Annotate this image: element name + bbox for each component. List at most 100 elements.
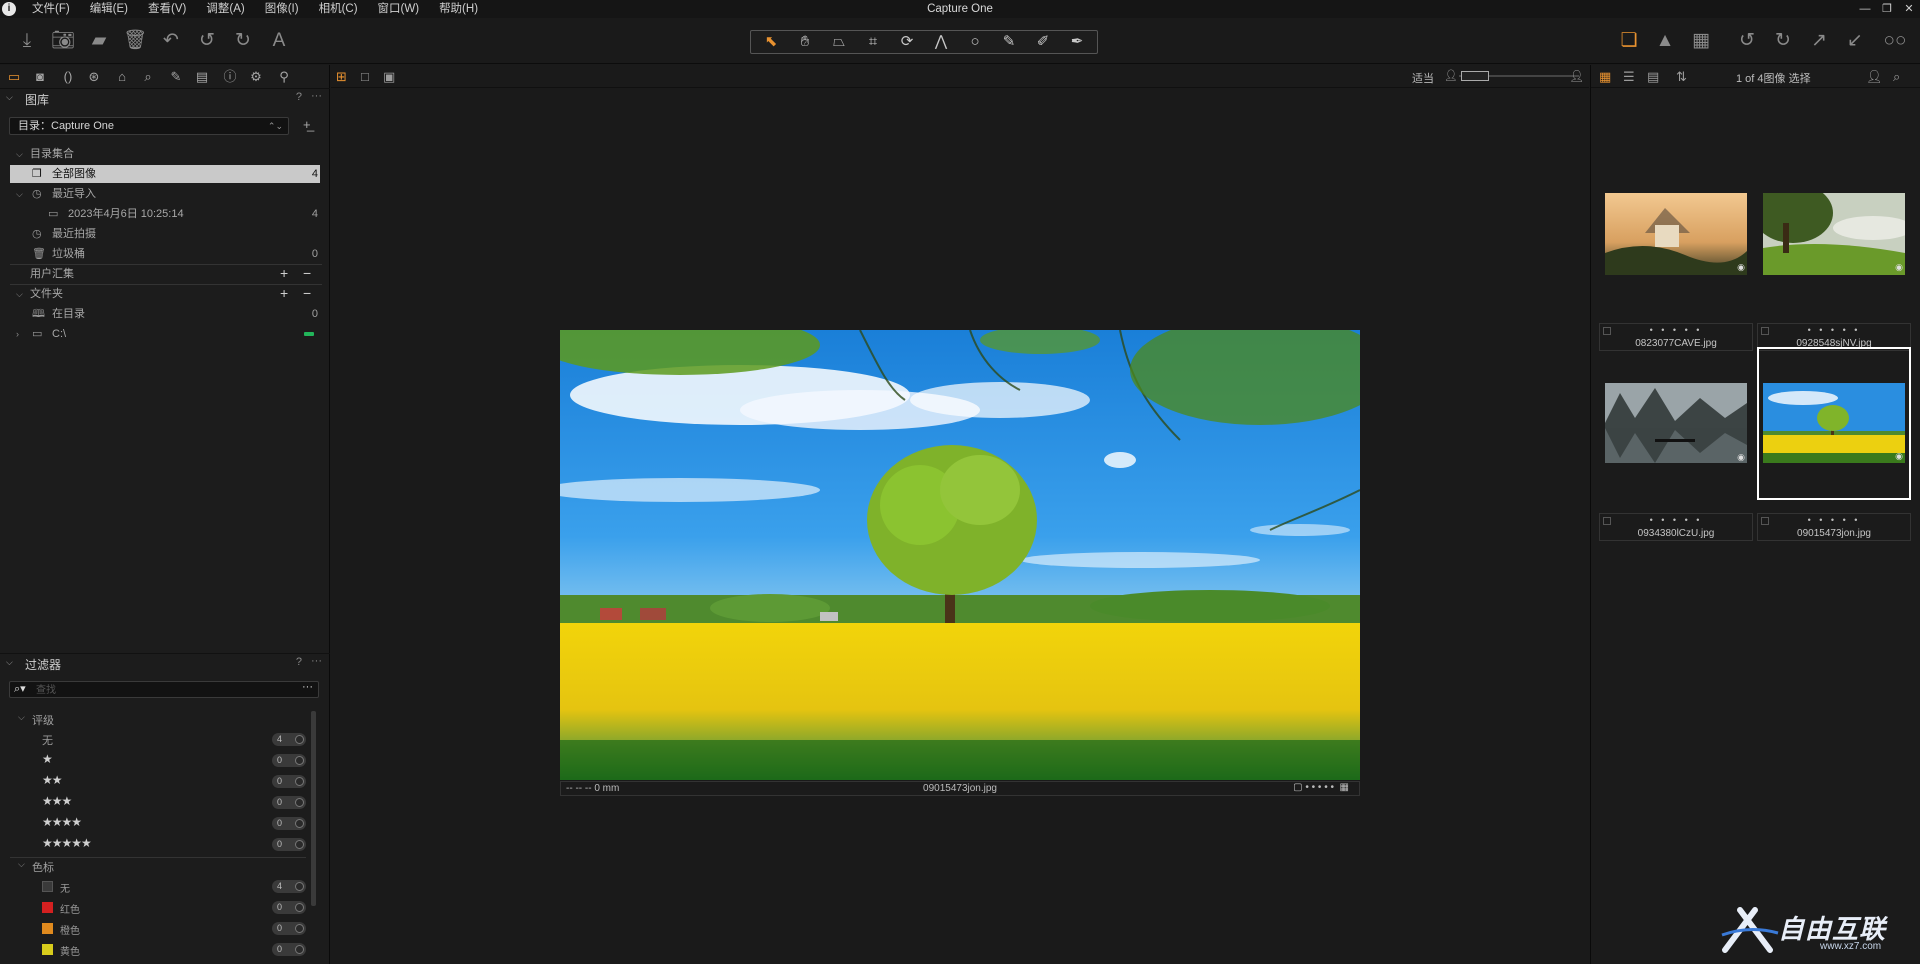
thumbnail-rating[interactable]: • • • • • [1600, 515, 1752, 525]
export-icon[interactable]: ↗ [1806, 28, 1832, 54]
exposure-tab-icon[interactable]: ⌂ [112, 68, 132, 86]
stack-icon[interactable]: ❏ [1616, 28, 1642, 54]
grid-icon[interactable]: ▦ [1688, 28, 1714, 54]
user-icon[interactable]: 👤︎ [1866, 69, 1883, 85]
folder-icon[interactable]: ▰ [86, 28, 112, 54]
chevron-down-icon[interactable]: ⌵ [16, 145, 23, 163]
multi-view-icon[interactable]: ⊞ [336, 69, 347, 85]
rating-filter-5-star[interactable]: ★★★★★ 0 [10, 834, 306, 855]
details-tab-icon[interactable]: ⌕ [138, 68, 158, 86]
select-cursor-icon[interactable]: ⬉ [757, 32, 785, 52]
menu-help[interactable]: 帮助(H) [429, 0, 488, 18]
keystone-icon[interactable]: ⋀ [927, 32, 955, 52]
rotate-left-icon[interactable]: ↺ [1734, 28, 1760, 54]
collection-recent-captures[interactable]: ◷ 最近拍摄 [10, 225, 320, 243]
folder-in-catalog[interactable]: 🕮︎ 在目录 0 [10, 305, 320, 323]
list-view-icon[interactable]: ☰ [1623, 69, 1635, 85]
filter-toggle[interactable]: 0 [272, 775, 306, 788]
lens-tab-icon[interactable]: () [58, 68, 78, 86]
thumbnail-item-selected[interactable]: ◉ • • • • • 09015473jon.jpg [1757, 347, 1911, 541]
add-folder-icon[interactable]: + [280, 284, 288, 302]
chevron-down-icon[interactable]: ⌵ [18, 712, 25, 723]
zoom-slider[interactable] [1459, 71, 1579, 81]
collection-recent-imports[interactable]: ⌵ ◷ 最近导入 [10, 185, 320, 203]
color-tab-icon[interactable]: ⊛ [84, 68, 104, 86]
collections-header[interactable]: ⌵ 目录集合 [10, 145, 320, 163]
filter-toggle[interactable]: 0 [272, 754, 306, 767]
thumbnail-item[interactable]: ◉ • • • • • 0928548sjNV.jpg [1757, 167, 1911, 351]
close-button[interactable]: ✕ [1898, 1, 1920, 17]
thumbnail-rating[interactable]: • • • • • [1600, 325, 1752, 335]
maximize-button[interactable]: ❐ [1876, 1, 1898, 17]
menu-view[interactable]: 查看(V) [138, 0, 196, 18]
settings-tab-icon[interactable]: ⚙ [246, 68, 266, 86]
crop-icon[interactable]: ⌗ [859, 32, 887, 52]
filter-scrollbar[interactable] [311, 711, 316, 906]
rating-filter-none[interactable]: 无 4 [10, 729, 306, 750]
color-filter-none[interactable]: 无 4 [10, 876, 306, 897]
rating-filter-4-star[interactable]: ★★★★ 0 [10, 813, 306, 834]
crop-perspective-icon[interactable]: ⏢ [825, 32, 853, 52]
add-user-collection-icon[interactable]: + [280, 264, 288, 282]
help-icon[interactable]: ? [296, 656, 302, 668]
menu-image[interactable]: 图像(I) [255, 0, 309, 18]
collection-all-images[interactable]: ❐ 全部图像 4 [10, 165, 320, 183]
undo-all-icon[interactable]: ↶ [158, 28, 184, 54]
chevron-down-icon[interactable]: ⌵ [16, 285, 23, 303]
help-icon[interactable]: ? [296, 91, 302, 103]
chevron-right-icon[interactable]: › [16, 325, 19, 343]
catalog-select[interactable]: 目录：Capture One ⌃⌄ [9, 117, 289, 135]
undo-icon[interactable]: ↺ [194, 28, 220, 54]
thumbnail-item[interactable]: ◉ • • • • • 0934380lCzU.jpg [1599, 357, 1753, 541]
library-panel-header[interactable]: ⌵ 图库 ? ··· [0, 89, 330, 107]
rotate-right-icon[interactable]: ↻ [1770, 28, 1796, 54]
trash-icon[interactable]: 🗑︎ [122, 28, 148, 54]
menu-edit[interactable]: 编辑(E) [80, 0, 138, 18]
folders-header[interactable]: ⌵ 文件夹 + − [10, 285, 320, 303]
main-image[interactable] [560, 330, 1360, 780]
rating-filter-2-star[interactable]: ★★ 0 [10, 771, 306, 792]
thumbnail-rating[interactable]: • • • • • [1758, 515, 1910, 525]
menu-window[interactable]: 窗口(W) [368, 0, 430, 18]
color-filter-orange[interactable]: 橙色 0 [10, 918, 306, 939]
add-catalog-icon[interactable]: +̲ [303, 117, 311, 132]
hand-pan-icon[interactable]: ✋︎ [791, 32, 819, 52]
remove-user-collection-icon[interactable]: − [303, 264, 311, 282]
adjust-tab-icon[interactable]: ✎ [166, 68, 186, 86]
thumbnail-item[interactable]: ◉ • • • • • 0823077CAVE.jpg [1599, 167, 1753, 351]
redo-icon[interactable]: ↻ [230, 28, 256, 54]
rating-filter-3-star[interactable]: ★★★ 0 [10, 792, 306, 813]
zoom-fit-label[interactable]: 适当 [1412, 70, 1434, 86]
collection-trash[interactable]: 🗑︎ 垃圾桶 0 [10, 245, 320, 263]
filters-panel-header[interactable]: ⌵ 过滤器 ? ··· [0, 653, 330, 672]
spot-icon[interactable]: ○ [961, 32, 989, 52]
search-options-icon[interactable]: ··· [302, 681, 313, 693]
filter-toggle[interactable]: 4 [272, 733, 306, 746]
menu-file[interactable]: 文件(F) [22, 0, 80, 18]
panel-more-icon[interactable]: ··· [311, 90, 322, 102]
zoom-slider-thumb[interactable] [1461, 71, 1489, 81]
capture-tab-icon[interactable]: ◙ [30, 68, 50, 86]
camera-icon[interactable]: 📷︎ [50, 28, 76, 54]
grid-view-icon[interactable]: ▦ [1599, 69, 1611, 85]
glasses-icon[interactable]: ○○ [1878, 28, 1912, 54]
color-filter-yellow[interactable]: 黄色 0 [10, 939, 306, 960]
search-icon[interactable]: ⌕ [1893, 69, 1900, 85]
filter-toggle[interactable]: 0 [272, 943, 306, 956]
eraser-icon[interactable]: ✐ [1029, 32, 1057, 52]
single-view-icon[interactable]: □ [361, 69, 369, 84]
color-filter-header[interactable]: ⌵ 色标 [10, 857, 306, 875]
image-rating[interactable]: ▢ • • • • • ▦ [1293, 782, 1349, 793]
folder-c-drive[interactable]: › ▭ C:\ [10, 325, 320, 343]
warning-icon[interactable]: ▲ [1652, 28, 1678, 54]
proof-view-icon[interactable]: ▣ [383, 69, 395, 85]
collapse-chevron-icon[interactable]: ⌵ [6, 92, 13, 103]
filter-search-box[interactable]: ⌕▾ ··· [9, 681, 319, 698]
rating-filter-header[interactable]: ⌵ 评级 [10, 710, 306, 728]
filter-toggle[interactable]: 0 [272, 922, 306, 935]
filter-toggle[interactable]: 0 [272, 796, 306, 809]
text-icon[interactable]: A [266, 28, 292, 54]
filter-toggle[interactable]: 0 [272, 901, 306, 914]
filter-toggle[interactable]: 0 [272, 817, 306, 830]
search-icon[interactable]: ⌕▾ [14, 682, 26, 696]
